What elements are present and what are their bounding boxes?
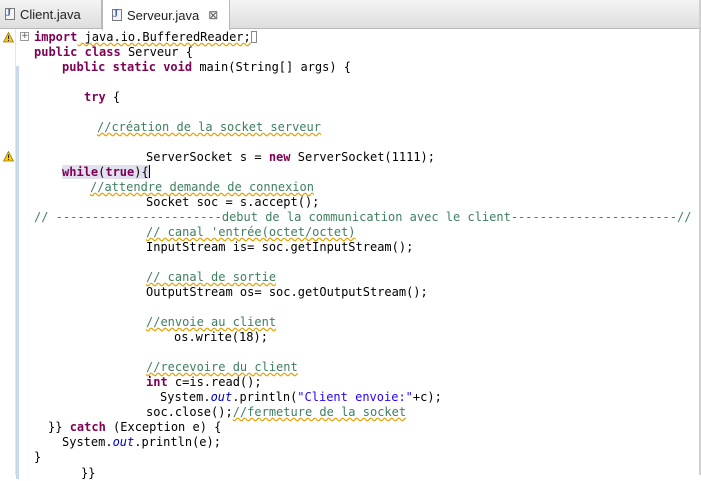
code-line-5: //création de la socket serveur bbox=[97, 120, 321, 134]
code-line-19: System.out.println("Client envoie:"+c); bbox=[160, 390, 442, 404]
code-line-7: while(true){ bbox=[62, 165, 150, 179]
tab-serveur-java[interactable]: J Serveur.java ⊠ bbox=[102, 0, 230, 30]
code-line-24: }} bbox=[81, 466, 96, 480]
code-line-14: OutputStream os= soc.getOutputStream(); bbox=[146, 285, 428, 299]
code-line-21: }} catch (Exception e) { bbox=[48, 420, 222, 434]
tab-label: Serveur.java bbox=[127, 7, 200, 23]
code-line-1: import java.io.BufferedReader; bbox=[34, 30, 257, 45]
code-line-4: try { bbox=[84, 90, 121, 104]
warning-icon[interactable] bbox=[3, 32, 14, 43]
code-line-17: //recevoire du client bbox=[146, 360, 298, 374]
code-line-10: // -----------------------debut de la co… bbox=[34, 210, 692, 224]
fold-collapse-icon[interactable]: + bbox=[20, 32, 29, 41]
code-line-9: Socket soc = s.accept(); bbox=[146, 195, 320, 209]
code-line-18: int c=is.read(); bbox=[146, 375, 262, 389]
change-marker-strip bbox=[16, 29, 19, 479]
code-line-22: System.out.println(e); bbox=[62, 435, 221, 449]
tab-client-java[interactable]: J Client.java bbox=[0, 0, 102, 29]
code-line-16: os.write(18); bbox=[174, 330, 268, 344]
code-line-6: ServerSocket s = new ServerSocket(1111); bbox=[146, 150, 436, 164]
text-caret bbox=[148, 165, 150, 178]
close-tab-icon[interactable]: ⊠ bbox=[208, 8, 218, 22]
java-file-icon: J bbox=[111, 8, 123, 22]
java-file-icon: J bbox=[4, 8, 16, 21]
tab-label: Client.java bbox=[20, 7, 81, 22]
editor-tab-bar: J Client.java J Serveur.java ⊠ bbox=[0, 0, 701, 30]
code-line-11: // canal 'entrée(octet/octet) bbox=[146, 225, 356, 239]
annotation-ruler bbox=[0, 29, 15, 475]
code-line-8: //attendre demande de connexion bbox=[90, 180, 314, 194]
code-line-12: InputStream is= soc.getInputStream(); bbox=[146, 240, 414, 254]
code-line-3: public static void main(String[] args) { bbox=[62, 60, 352, 74]
code-line-15: //envoie au client bbox=[146, 315, 277, 329]
warning-icon[interactable] bbox=[3, 151, 14, 162]
code-line-20: soc.close();//fermeture de la socket bbox=[146, 405, 407, 419]
quick-diff-marker bbox=[16, 66, 19, 479]
code-line-13: // canal de sortie bbox=[146, 270, 277, 284]
code-line-2: public class Serveur { bbox=[34, 45, 193, 59]
text-cursor-marker bbox=[250, 31, 257, 43]
code-line-23: } bbox=[34, 450, 42, 464]
